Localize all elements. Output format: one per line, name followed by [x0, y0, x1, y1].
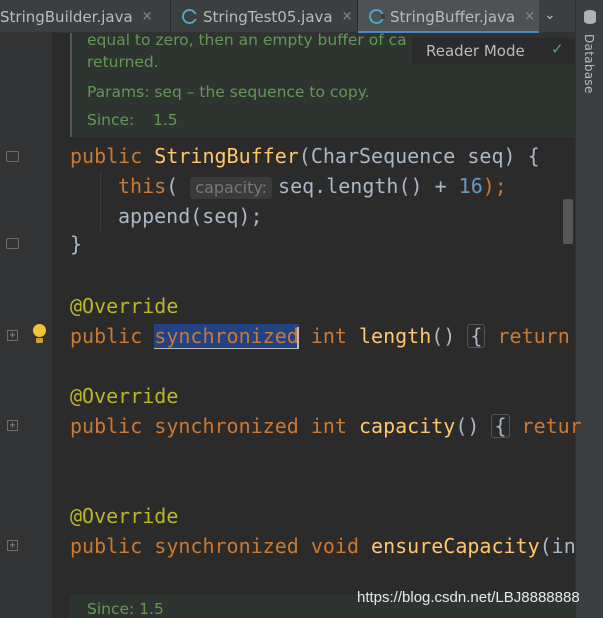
expand-fold-icon[interactable]: + [7, 330, 18, 341]
fold-marker-icon[interactable] [6, 238, 19, 249]
tab-stringbuilder[interactable]: StringBuilder.java × [0, 0, 170, 33]
tab-stringbuffer[interactable]: StringBuffer.java × [358, 0, 539, 34]
doc-comment-bar [70, 33, 72, 137]
chevron-down-icon[interactable]: ⌄ [544, 7, 556, 23]
doc-text-line: returned. [87, 53, 159, 71]
close-icon[interactable]: × [524, 9, 535, 24]
java-class-icon [369, 9, 385, 24]
doc-params: Params: seq – the sequence to copy. [87, 83, 370, 101]
editor-tab-bar: StringBuilder.java × StringTest05.java ×… [0, 0, 575, 34]
check-icon: ✓ [551, 40, 564, 58]
annotation-line: @Override [70, 294, 179, 318]
reader-mode-toggle[interactable]: Reader Mode ✓ [412, 38, 575, 64]
expand-fold-icon[interactable]: + [7, 420, 18, 431]
doc-since: Since: 1.5 [87, 600, 164, 618]
folded-region[interactable]: { [467, 324, 486, 348]
database-tool-button[interactable]: Database [582, 34, 596, 94]
expand-fold-icon[interactable]: + [7, 540, 18, 551]
annotation-line: @Override [70, 384, 179, 408]
tab-stringtest05[interactable]: StringTest05.java × [171, 0, 357, 33]
close-icon[interactable]: × [142, 9, 153, 24]
code-line: this( capacity: seq.length() + 16); [118, 174, 507, 199]
tab-label: StringTest05.java [203, 7, 333, 26]
code-line: public synchronized int length() { retur… [70, 324, 570, 349]
lightbulb-icon[interactable] [33, 324, 46, 344]
code-line: public synchronized int capacity() { ret… [70, 414, 582, 438]
java-class-icon [182, 9, 198, 24]
reader-mode-label: Reader Mode [426, 42, 525, 60]
doc-since-value: 1.5 [153, 111, 178, 129]
tab-label: StringBuffer.java [390, 7, 516, 26]
doc-text-line: equal to zero, then an empty buffer of c… [87, 31, 407, 49]
right-tool-strip: Database [575, 0, 603, 618]
annotation-line: @Override [70, 504, 179, 528]
fold-marker-icon[interactable] [6, 151, 19, 162]
close-icon[interactable]: × [342, 9, 353, 24]
code-line: public StringBuffer(CharSequence seq) { [70, 144, 540, 168]
indent-guide [100, 171, 101, 231]
code-line: public synchronized void ensureCapacity(… [70, 534, 576, 558]
tab-label: StringBuilder.java [0, 7, 133, 26]
folded-region[interactable]: { [491, 414, 510, 438]
doc-since-label: Since: [87, 111, 135, 129]
vertical-scrollbar-thumb[interactable] [563, 199, 573, 244]
selected-text[interactable]: synchronized [154, 324, 299, 349]
watermark-text: https://blog.csdn.net/LBJ8888888 [357, 589, 580, 606]
parameter-hint: capacity: [190, 177, 273, 199]
code-line: append(seq); [118, 204, 263, 228]
code-line: } [70, 232, 83, 256]
database-icon[interactable] [584, 10, 596, 24]
